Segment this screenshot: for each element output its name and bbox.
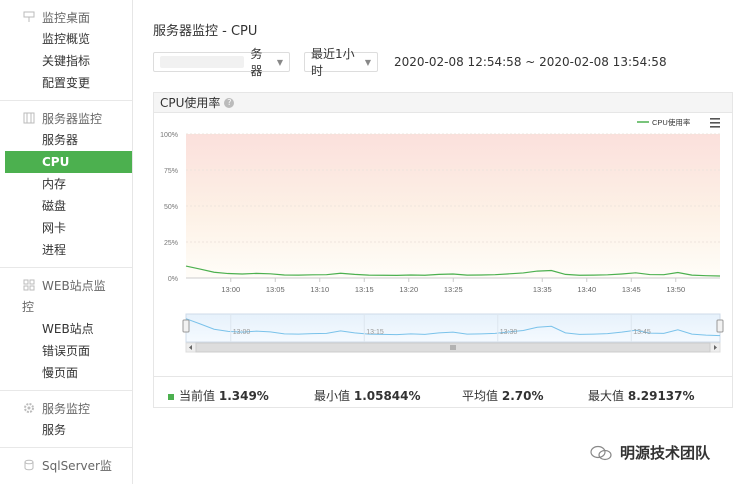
sidebar-group-label: 服务监控 <box>42 401 91 416</box>
x-tick-label: 13:05 <box>266 285 285 294</box>
hamburger-icon <box>710 118 720 120</box>
sidebar-group-title[interactable]: WEB站点监 <box>0 274 132 296</box>
x-tick-label: 13:40 <box>577 285 596 294</box>
x-tick-label: 13:10 <box>310 285 329 294</box>
sidebar-group-title[interactable]: 服务器监控 <box>0 107 132 129</box>
navigator-tick-label: 13:30 <box>500 329 518 336</box>
sidebar-item-overview[interactable]: 监控概览 <box>0 28 132 50</box>
stat-current-label: 当前值 <box>179 389 216 403</box>
stat-min: 最小值 1.05844% <box>314 387 421 404</box>
legend-label: CPU使用率 <box>652 117 691 127</box>
time-range-select[interactable]: 最近1小时 ▼ <box>304 47 378 78</box>
x-tick-label: 13:25 <box>444 285 463 294</box>
panel-title: CPU使用率 <box>160 96 221 110</box>
sidebar-group-label: 服务器监控 <box>42 111 103 126</box>
x-tick-label: 13:15 <box>355 285 374 294</box>
server-select[interactable]: 务器 ▼ <box>153 47 290 78</box>
sidebar-item-service[interactable]: 服务 <box>0 419 132 441</box>
time-range-select-value: 最近1小时 <box>311 47 355 78</box>
stat-max-value: 8.29137% <box>627 389 695 403</box>
y-tick-label: 25% <box>164 240 178 247</box>
sidebar-group-label: SqlServer监 <box>42 458 112 473</box>
x-tick-label: 13:50 <box>666 285 685 294</box>
stat-max: 最大值 8.29137% <box>588 387 695 404</box>
sidebar-item-process[interactable]: 进程 <box>0 239 132 261</box>
chart-area: 0% 25% 50% 75% 100% 13:00 13:05 13:10 13:15 13:20… <box>154 114 732 376</box>
sidebar-item-nic[interactable]: 网卡 <box>0 217 132 239</box>
y-tick-label: 75% <box>164 168 178 175</box>
redacted-server-name <box>160 56 245 68</box>
panel-header: CPU使用率 ? <box>154 93 732 113</box>
sidebar-group-label: WEB站点监 <box>42 278 106 293</box>
y-tick-label: 0% <box>168 276 178 283</box>
main-content: 服务器监控 - CPU 务器 ▼ 最近1小时 ▼ 2020-02-08 12:5… <box>133 0 756 484</box>
gear-icon <box>22 401 36 415</box>
grid-icon <box>22 278 36 292</box>
navigator-handle <box>182 319 190 333</box>
sidebar-group-label-wrap: 控 <box>22 300 35 314</box>
server-select-value: 务器 <box>250 47 263 78</box>
sidebar-group-title[interactable]: 监控桌面 <box>0 6 132 28</box>
sidebar: 监控桌面 监控概览 关键指标 配置变更 服务器监控 服务器 CPU 内存 磁盘 … <box>0 0 133 484</box>
navigator-handle <box>716 319 724 333</box>
time-range-text: 2020-02-08 12:54:58 ~ 2020-02-08 13:54:5… <box>394 55 667 69</box>
sidebar-group-title[interactable]: SqlServer监 <box>0 454 132 476</box>
sidebar-item-config-change[interactable]: 配置变更 <box>0 72 132 94</box>
pin-icon <box>22 10 36 24</box>
navigator-tick-label: 13:45 <box>633 329 651 336</box>
server-icon <box>22 111 36 125</box>
wechat-icon <box>590 445 612 460</box>
database-icon <box>22 458 36 472</box>
sidebar-item-disk[interactable]: 磁盘 <box>0 195 132 217</box>
stats-bar: 当前值 1.349% 最小值 1.05844% 平均值 2.70% 最大值 8.… <box>154 376 732 408</box>
x-tick-label: 13:20 <box>399 285 418 294</box>
hamburger-icon <box>710 126 720 128</box>
stat-min-value: 1.05844% <box>353 389 421 403</box>
chevron-down-icon: ▼ <box>364 57 371 67</box>
help-icon[interactable]: ? <box>224 97 235 108</box>
x-tick-label: 13:35 <box>533 285 552 294</box>
sidebar-item-error-page[interactable]: 错误页面 <box>0 340 132 362</box>
sidebar-item-slow-page[interactable]: 慢页面 <box>0 362 132 384</box>
y-tick-label: 100% <box>160 132 178 139</box>
sidebar-group-service: 服务监控 服务 <box>0 391 132 448</box>
stat-avg-label: 平均值 <box>462 389 499 403</box>
watermark: 明源技术团队 <box>590 442 710 463</box>
cpu-chart-panel: CPU使用率 ? 0% 25% 50% 75% 100% 13:00 13:05 13:10 1… <box>153 92 733 408</box>
sidebar-group-server: 服务器监控 服务器 CPU 内存 磁盘 网卡 进程 <box>0 101 132 268</box>
app: 监控桌面 监控概览 关键指标 配置变更 服务器监控 服务器 CPU 内存 磁盘 … <box>0 0 756 484</box>
x-tick-label: 13:00 <box>221 285 240 294</box>
x-tick-label: 13:45 <box>622 285 641 294</box>
navigator-background <box>185 313 721 343</box>
sidebar-item-key-metrics[interactable]: 关键指标 <box>0 50 132 72</box>
stat-avg-value: 2.70% <box>501 389 544 403</box>
navigator-tick-label: 13:00 <box>233 329 251 336</box>
y-tick-label: 50% <box>164 204 178 211</box>
sidebar-item-cpu[interactable]: CPU <box>5 151 132 173</box>
hamburger-icon <box>710 122 720 124</box>
toolbar: 务器 ▼ 最近1小时 ▼ 2020-02-08 12:54:58 ~ 2020-… <box>153 47 667 78</box>
sidebar-group-sqlserver: SqlServer监 <box>0 448 132 482</box>
chevron-down-icon: ▼ <box>276 57 283 67</box>
stat-current-value: 1.349% <box>218 389 269 403</box>
sidebar-item-web-site[interactable]: WEB站点 <box>0 318 132 340</box>
sidebar-group-label: 监控桌面 <box>42 10 91 25</box>
sidebar-item-memory[interactable]: 内存 <box>0 173 132 195</box>
cpu-line-chart: 0% 25% 50% 75% 100% 13:00 13:05 13:10 13:15 13:20… <box>160 117 724 353</box>
sidebar-item-server[interactable]: 服务器 <box>0 129 132 151</box>
watermark-text: 明源技术团队 <box>620 444 711 462</box>
legend-square <box>168 393 174 400</box>
stat-min-label: 最小值 <box>314 389 351 403</box>
page-title: 服务器监控 - CPU <box>153 24 258 39</box>
stat-avg: 平均值 2.70% <box>462 387 543 404</box>
stat-max-label: 最大值 <box>588 389 625 403</box>
sidebar-group-title[interactable]: 服务监控 <box>0 397 132 419</box>
sidebar-group-web: WEB站点监 控 WEB站点 错误页面 慢页面 <box>0 268 132 391</box>
sidebar-group-desktop: 监控桌面 监控概览 关键指标 配置变更 <box>0 0 132 101</box>
stat-current: 当前值 1.349% <box>168 387 269 404</box>
navigator-tick-label: 13:15 <box>366 329 384 336</box>
